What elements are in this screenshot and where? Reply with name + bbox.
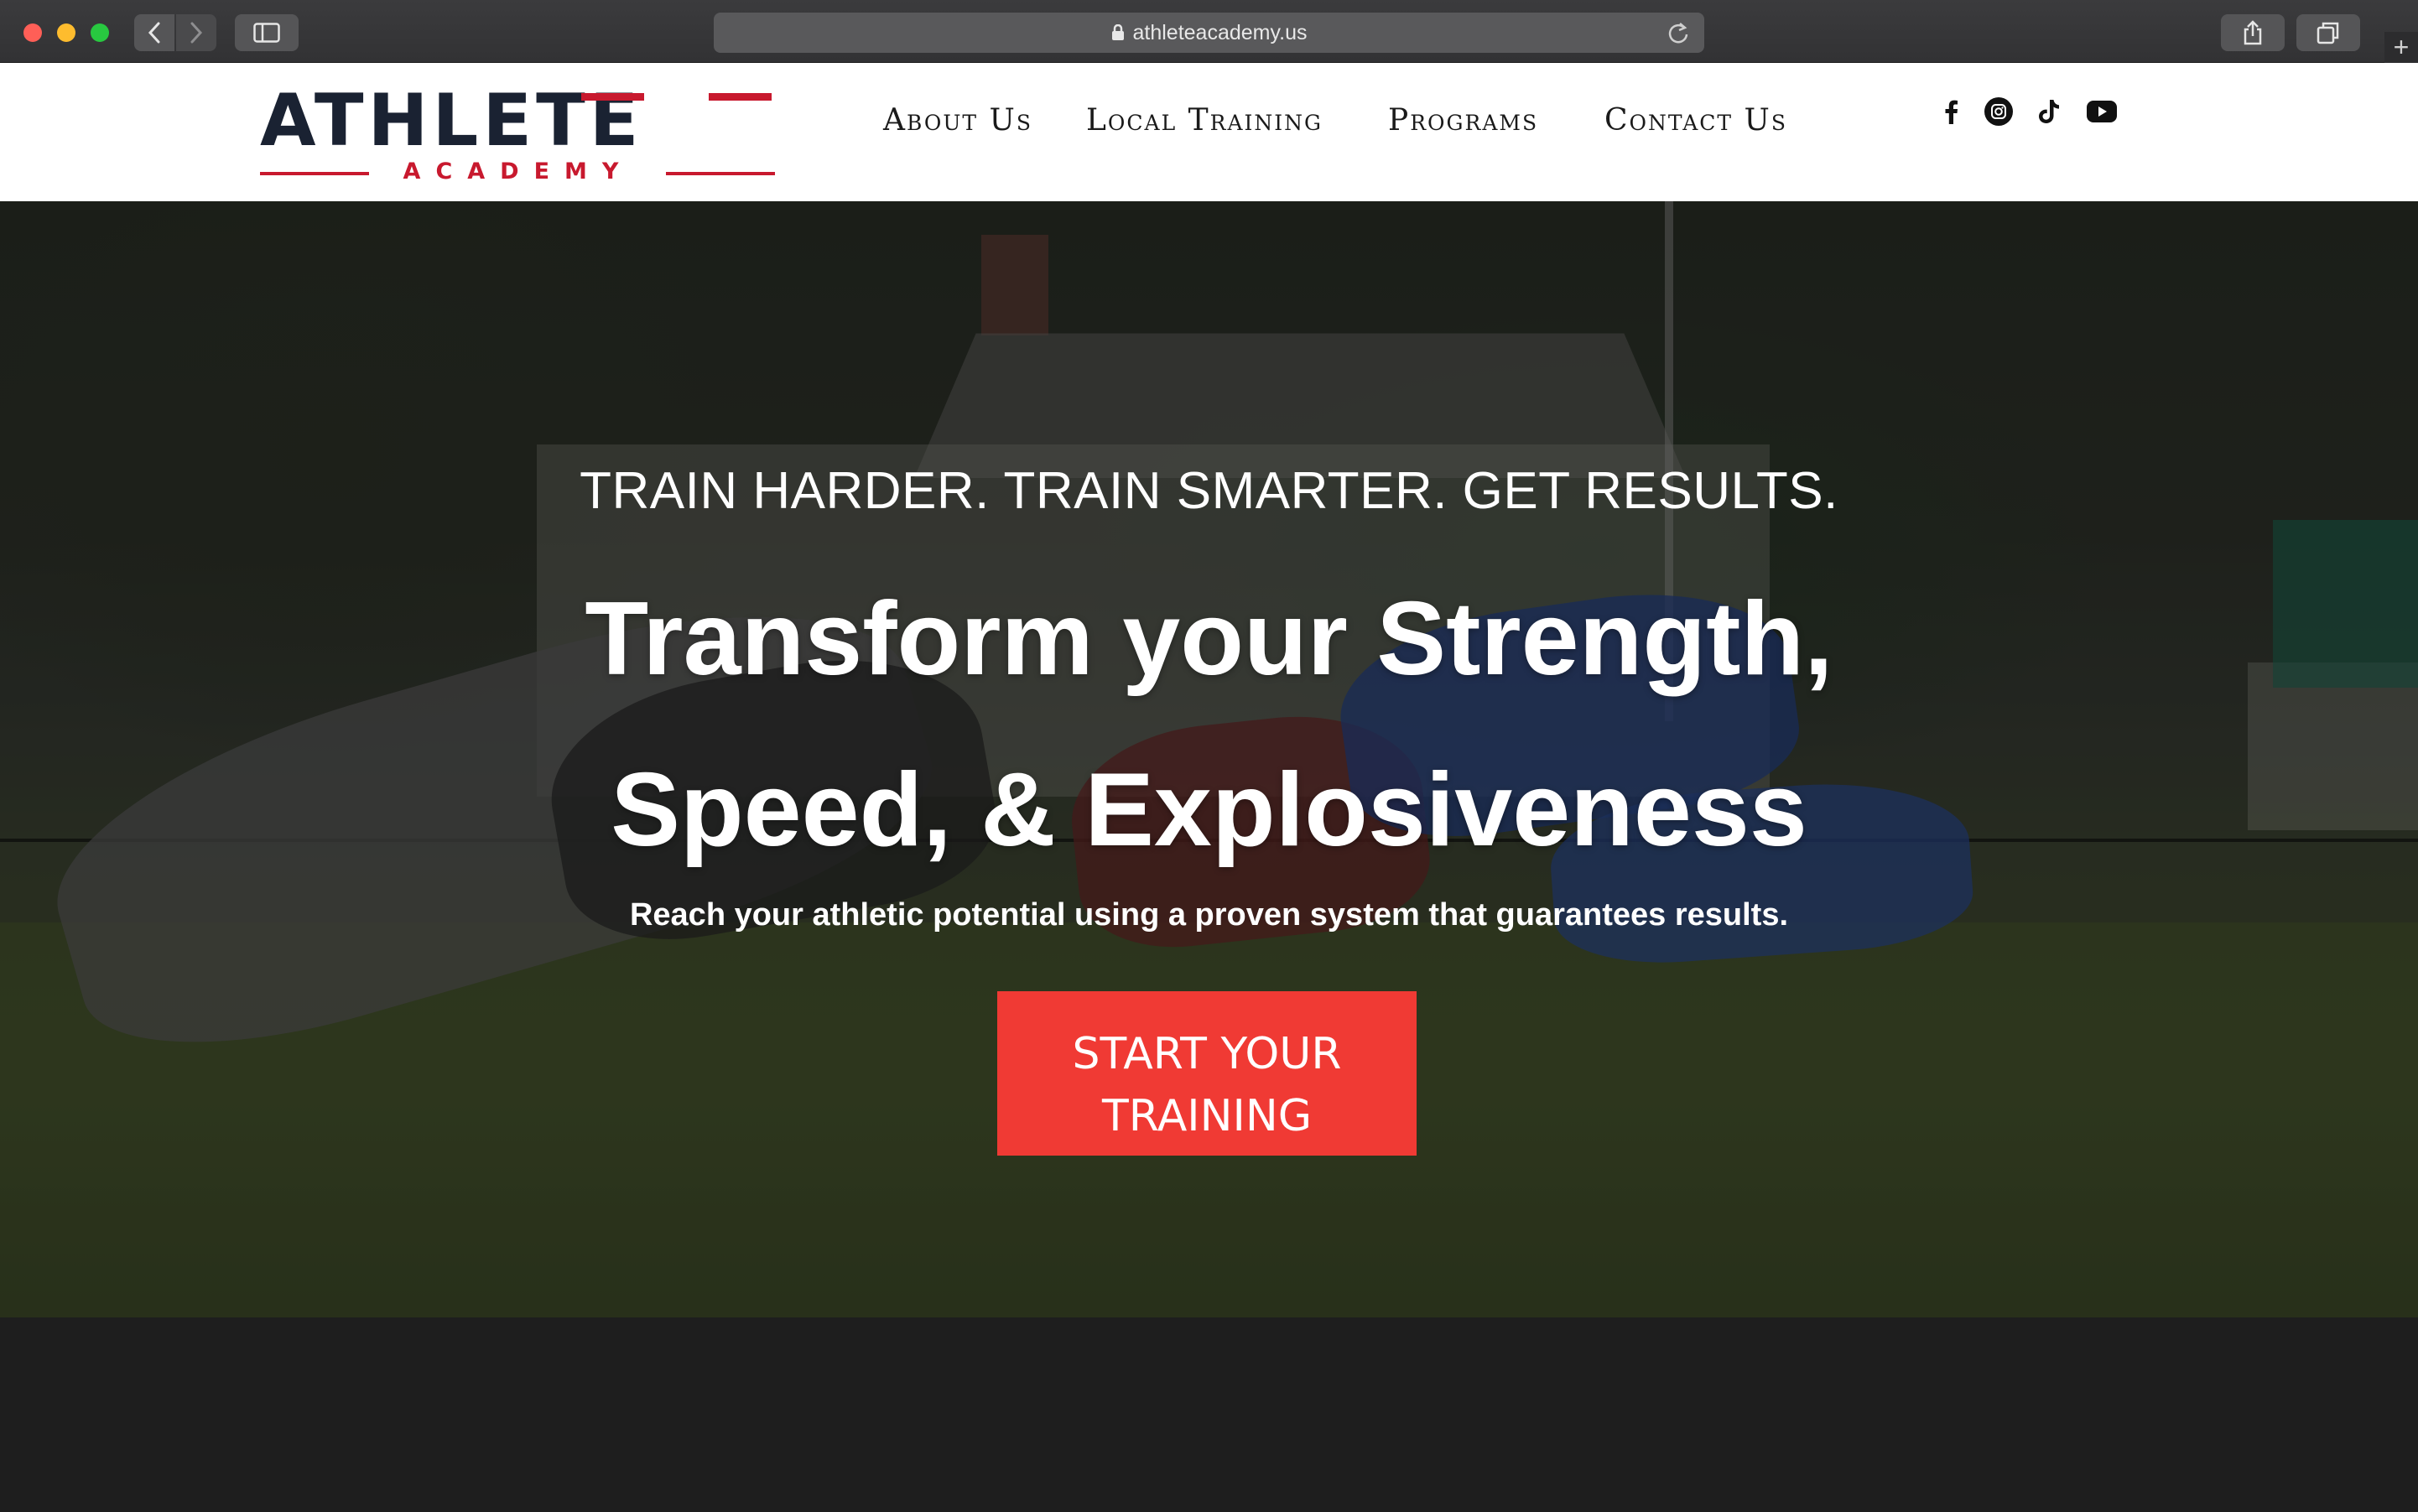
tab-overview-button[interactable] (2296, 14, 2360, 51)
url-text: athleteacademy.us (1132, 20, 1308, 44)
hero-section: TRAIN HARDER. TRAIN SMARTER. GET RESULTS… (0, 201, 2418, 1317)
hero-title-line-1: Transform your Strength, (585, 581, 1833, 697)
fullscreen-window-button[interactable] (91, 23, 109, 42)
logo-stripe (709, 93, 772, 101)
reload-icon[interactable] (1667, 21, 1689, 44)
share-button[interactable] (2221, 14, 2285, 51)
sidebar-icon (253, 23, 280, 43)
nav-contact-us[interactable]: Contact Us (1604, 103, 1787, 138)
start-training-button[interactable]: START YOUR TRAINING (997, 991, 1417, 1156)
hero-kicker: TRAIN HARDER. TRAIN SMARTER. GET RESULTS… (580, 462, 1838, 520)
cta-line-2: TRAINING (1101, 1091, 1313, 1141)
tabs-overview-icon (2317, 22, 2339, 44)
chevron-left-icon (148, 22, 160, 44)
tiktok-icon[interactable] (2033, 96, 2063, 127)
minimize-window-button[interactable] (57, 23, 75, 42)
logo-barbell-right (666, 172, 775, 175)
instagram-icon[interactable] (1984, 96, 2014, 127)
browser-toolbar: athleteacademy.us + (0, 0, 2418, 63)
browser-window: athleteacademy.us + ATHLETE ACADEMY Abou… (0, 0, 2418, 1512)
plus-icon: + (2393, 32, 2410, 62)
hero-title-line-2: Speed, & Explosiveness (611, 752, 1807, 868)
logo-barbell-left (260, 172, 369, 175)
new-tab-button[interactable]: + (2384, 32, 2418, 63)
lock-icon (1111, 24, 1124, 40)
hero-subtitle: Reach your athletic potential using a pr… (629, 897, 1789, 933)
cta-line-1: START YOUR (1072, 1029, 1342, 1079)
address-bar[interactable]: athleteacademy.us (714, 13, 1704, 53)
hero-title: Transform your Strength, Speed, & Explos… (0, 553, 2418, 896)
site-header: ATHLETE ACADEMY About Us Local Training … (0, 63, 2418, 201)
athlete-academy-logo[interactable]: ATHLETE ACADEMY (260, 85, 775, 185)
youtube-icon[interactable] (2084, 96, 2119, 127)
next-section (0, 1317, 2418, 1512)
close-window-button[interactable] (23, 23, 42, 42)
nav-local-training[interactable]: Local Training (1086, 103, 1323, 138)
back-button[interactable] (134, 14, 174, 51)
chevron-right-icon (190, 22, 203, 44)
logo-stripe (581, 93, 644, 101)
forward-button[interactable] (176, 14, 216, 51)
nav-about-us[interactable]: About Us (883, 103, 1032, 138)
logo-subtitle: ACADEMY (403, 158, 634, 184)
facebook-icon[interactable] (1936, 96, 1966, 127)
nav-programs[interactable]: Programs (1388, 103, 1538, 138)
sidebar-toggle-button[interactable] (235, 14, 299, 51)
share-icon (2244, 20, 2262, 45)
